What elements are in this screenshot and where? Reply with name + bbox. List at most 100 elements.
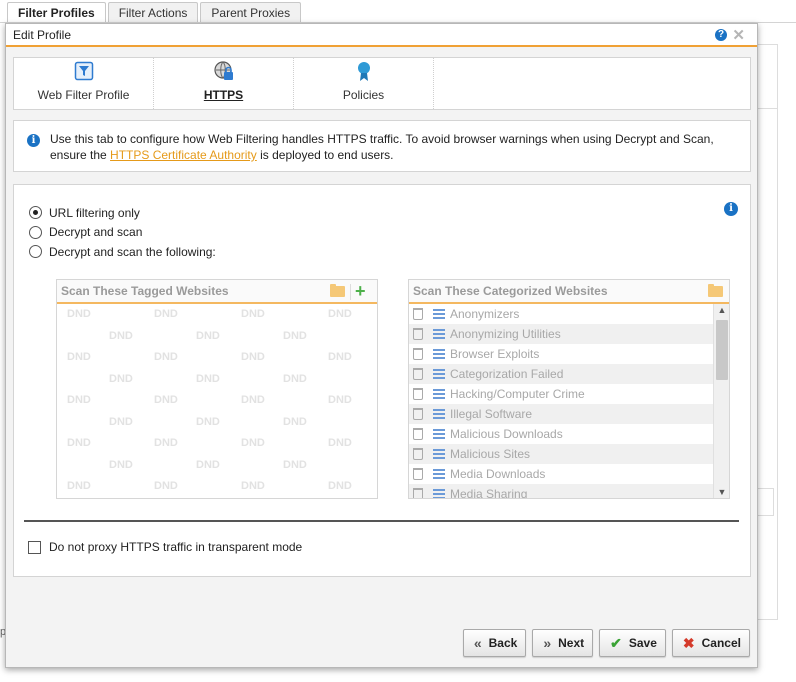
dnd-placeholder: DND [328, 308, 352, 320]
dnd-placeholder: DND [328, 351, 352, 363]
radio-button[interactable] [29, 225, 42, 239]
radio-label: Decrypt and scan [49, 225, 143, 240]
dnd-placeholder: DND [196, 415, 220, 428]
dnd-placeholder: DND [283, 458, 307, 471]
transparent-mode-checkbox[interactable] [28, 540, 41, 554]
tab-policies[interactable]: Policies [294, 58, 434, 109]
trash-icon[interactable] [413, 468, 423, 480]
info-icon[interactable]: i [724, 202, 738, 216]
list-item[interactable]: Anonymizers [409, 304, 713, 324]
trash-icon[interactable] [413, 348, 423, 360]
tab-label: Web Filter Profile [37, 88, 130, 102]
background-panel [758, 44, 778, 620]
category-list-icon [433, 329, 445, 339]
dnd-placeholder: DND [154, 437, 178, 449]
list-item[interactable]: Malicious Downloads [409, 424, 713, 444]
trash-icon[interactable] [413, 428, 423, 440]
tagged-websites-drop-area[interactable]: DND DND DND DND DND DND DND DND DND DND DND DND DND D… [57, 304, 377, 498]
radio-label: Decrypt and scan the following: [49, 244, 216, 259]
tab-https[interactable]: HTTPS [154, 58, 294, 109]
double-chevron-right-icon: » [543, 635, 552, 651]
dnd-placeholder: DND [241, 480, 265, 492]
info-text-after: is deployed to end users. [256, 148, 394, 162]
dnd-placeholder: DND [283, 415, 307, 428]
trash-icon[interactable] [413, 328, 423, 340]
trash-icon[interactable] [413, 408, 423, 420]
radio-label: URL filtering only [49, 205, 140, 220]
profile-tabs: Web Filter Profile HTTPS Policies [13, 57, 751, 110]
section-divider [24, 520, 739, 522]
category-list-icon [433, 389, 445, 399]
folder-icon[interactable] [330, 284, 345, 297]
list-item[interactable]: Anonymizing Utilities [409, 324, 713, 344]
save-button-label: Save [628, 636, 657, 650]
list-item[interactable]: Illegal Software [409, 404, 713, 424]
dnd-placeholder: DND [328, 437, 352, 449]
scroll-thumb[interactable] [716, 320, 728, 380]
list-item[interactable]: Media Sharing [409, 484, 713, 498]
dnd-placeholder: DND [241, 351, 265, 363]
tab-label: HTTPS [203, 88, 244, 102]
transparent-mode-option[interactable]: Do not proxy HTTPS traffic in transparen… [28, 540, 302, 554]
x-icon: ✖ [682, 634, 695, 651]
globe-lock-icon [213, 60, 235, 82]
edit-profile-dialog: Edit Profile ? ✕ Web Filter Profile HTTP… [5, 23, 758, 668]
trash-icon[interactable] [413, 308, 423, 320]
background-divider-2 [758, 108, 778, 109]
list-item[interactable]: Malicious Sites [409, 444, 713, 464]
scroll-up-icon[interactable]: ▲ [714, 305, 729, 315]
dnd-placeholder: DND [154, 480, 178, 492]
trash-icon[interactable] [413, 488, 423, 498]
radio-decrypt-and-scan-following[interactable]: Decrypt and scan the following: [29, 242, 216, 262]
list-item[interactable]: Categorization Failed [409, 364, 713, 384]
tab-label: Policies [342, 88, 385, 102]
dnd-placeholder: DND [109, 372, 133, 385]
transparent-mode-label: Do not proxy HTTPS traffic in transparen… [49, 540, 303, 554]
https-info-box: i Use this tab to configure how Web Filt… [13, 120, 751, 172]
radio-button[interactable] [29, 245, 42, 259]
tab-filter-profiles[interactable]: Filter Profiles [7, 2, 106, 24]
list-scrollbar[interactable]: ▲ ▼ [713, 304, 729, 498]
help-icon[interactable]: ? [715, 29, 727, 41]
scroll-down-icon[interactable]: ▼ [714, 487, 729, 497]
trash-icon[interactable] [413, 388, 423, 400]
dialog-buttons: « Back » Next ✔ Save ✖ Cancel [462, 629, 750, 657]
save-button[interactable]: ✔ Save [599, 629, 666, 657]
close-icon[interactable]: ✕ [732, 26, 745, 44]
folder-icon[interactable] [708, 284, 723, 297]
tab-filter-actions[interactable]: Filter Actions [107, 2, 199, 24]
list-item[interactable]: Hacking/Computer Crime [409, 384, 713, 404]
info-icon: i [27, 134, 40, 147]
list-item-label: Hacking/Computer Crime [450, 387, 585, 401]
category-list-icon [433, 369, 445, 379]
tab-parent-proxies[interactable]: Parent Proxies [200, 2, 302, 24]
back-button[interactable]: « Back [462, 629, 527, 657]
list-item-label: Anonymizing Utilities [450, 327, 561, 341]
category-list-icon [433, 309, 445, 319]
list-item-label: Malicious Downloads [450, 427, 563, 441]
radio-url-filtering-only[interactable]: URL filtering only [29, 203, 216, 223]
scan-mode-radio-group: URL filtering only Decrypt and scan Decr… [29, 203, 216, 262]
category-list-icon [433, 489, 445, 498]
categorized-websites-title: Scan These Categorized Websites [413, 284, 608, 298]
radio-decrypt-and-scan[interactable]: Decrypt and scan [29, 223, 216, 243]
list-item[interactable]: Browser Exploits [409, 344, 713, 364]
dnd-placeholder: DND [196, 329, 220, 342]
tab-web-filter-profile[interactable]: Web Filter Profile [14, 58, 154, 109]
dialog-titlebar: Edit Profile ? ✕ [6, 24, 757, 47]
dnd-placeholder: DND [328, 480, 352, 492]
cancel-button[interactable]: ✖ Cancel [671, 629, 750, 657]
list-item-label: Illegal Software [450, 407, 533, 421]
next-button[interactable]: » Next [532, 629, 594, 657]
category-list-icon [433, 409, 445, 419]
list-item-label: Browser Exploits [450, 347, 540, 361]
radio-button[interactable] [29, 206, 42, 220]
tagged-websites-title: Scan These Tagged Websites [61, 284, 229, 298]
list-item[interactable]: Media Downloads [409, 464, 713, 484]
trash-icon[interactable] [413, 368, 423, 380]
dnd-placeholder: DND [241, 394, 265, 406]
add-icon[interactable]: + [355, 281, 366, 302]
certificate-authority-link[interactable]: HTTPS Certificate Authority [110, 148, 257, 162]
trash-icon[interactable] [413, 448, 423, 460]
checkmark-icon: ✔ [610, 634, 622, 651]
